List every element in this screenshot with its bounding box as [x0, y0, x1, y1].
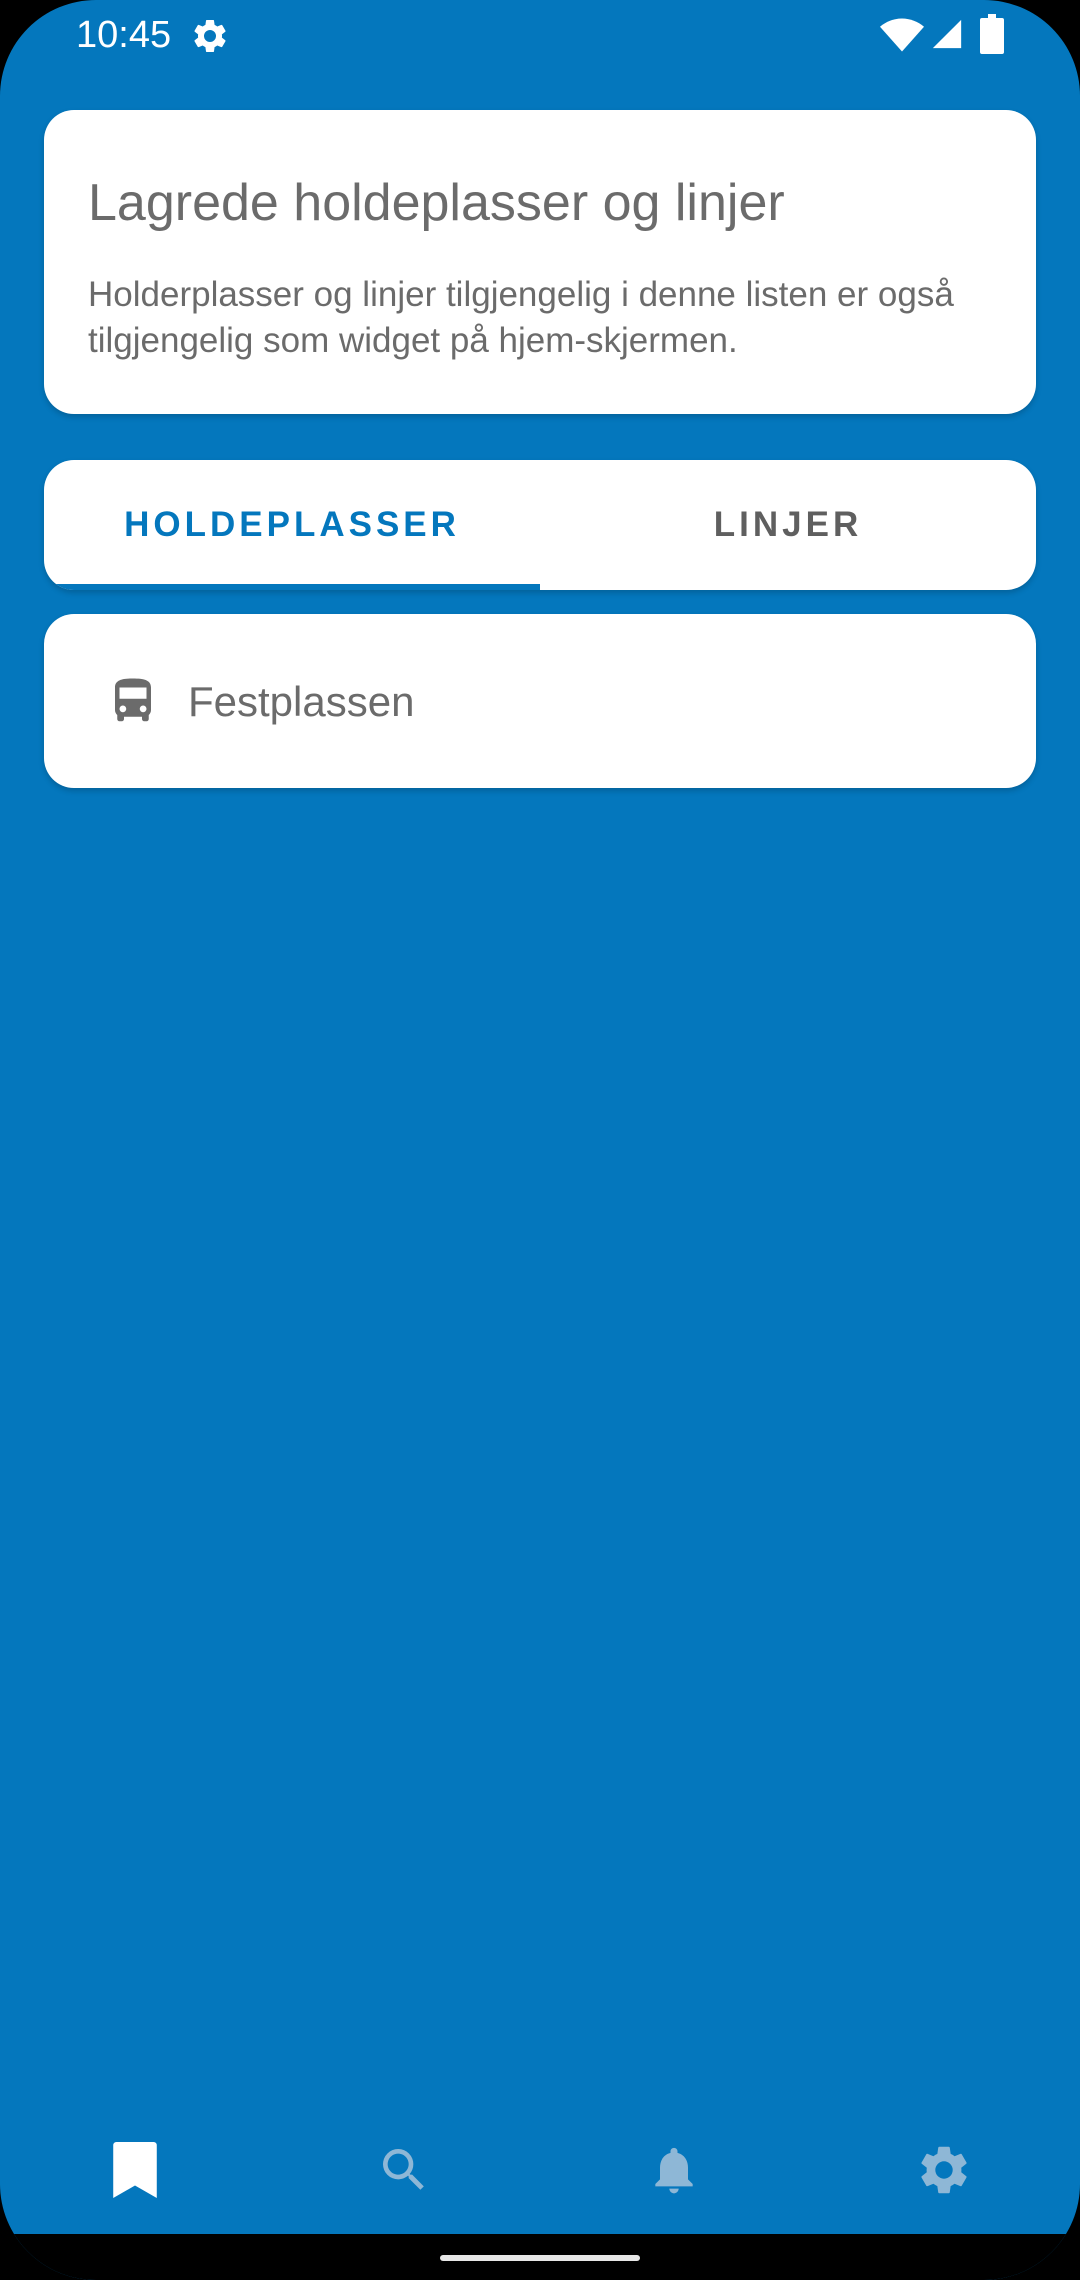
info-title: Lagrede holdeplasser og linjer [88, 174, 785, 232]
nav-saved-button[interactable] [95, 2130, 175, 2210]
status-time: 10:45 [76, 14, 172, 56]
battery-icon [980, 14, 1004, 54]
tab-indicator [44, 584, 540, 590]
search-icon [383, 2149, 424, 2190]
signal-icon [932, 19, 962, 49]
status-bar: 10:45 [0, 0, 1080, 70]
gear-icon [921, 2146, 967, 2194]
info-description: Holderplasser og linjer tilgjengelig i d… [88, 275, 954, 360]
nav-notifications-button[interactable] [634, 2130, 714, 2210]
stop-name: Festplassen [188, 678, 415, 725]
bus-icon [115, 678, 151, 722]
nav-settings-button[interactable] [904, 2130, 984, 2210]
bookmark-icon [113, 2142, 157, 2198]
wifi-icon [880, 18, 924, 52]
info-card: Lagrede holdeplasser og linjer Holderpla… [44, 110, 1036, 414]
app-screen: 10:45 Lagrede holdeplasser og linjer Hol… [0, 0, 1080, 2280]
tab-bar: HOLDEPLASSER LINJER [44, 460, 1036, 590]
tab-linjer[interactable]: LINJER [540, 460, 1036, 590]
home-gesture-handle[interactable] [440, 2255, 640, 2261]
list-item[interactable]: Festplassen [44, 614, 1036, 788]
tab-holdeplasser[interactable]: HOLDEPLASSER [44, 460, 540, 590]
nav-search-button[interactable] [364, 2130, 444, 2210]
gear-icon [194, 19, 226, 52]
bell-icon [655, 2147, 693, 2194]
